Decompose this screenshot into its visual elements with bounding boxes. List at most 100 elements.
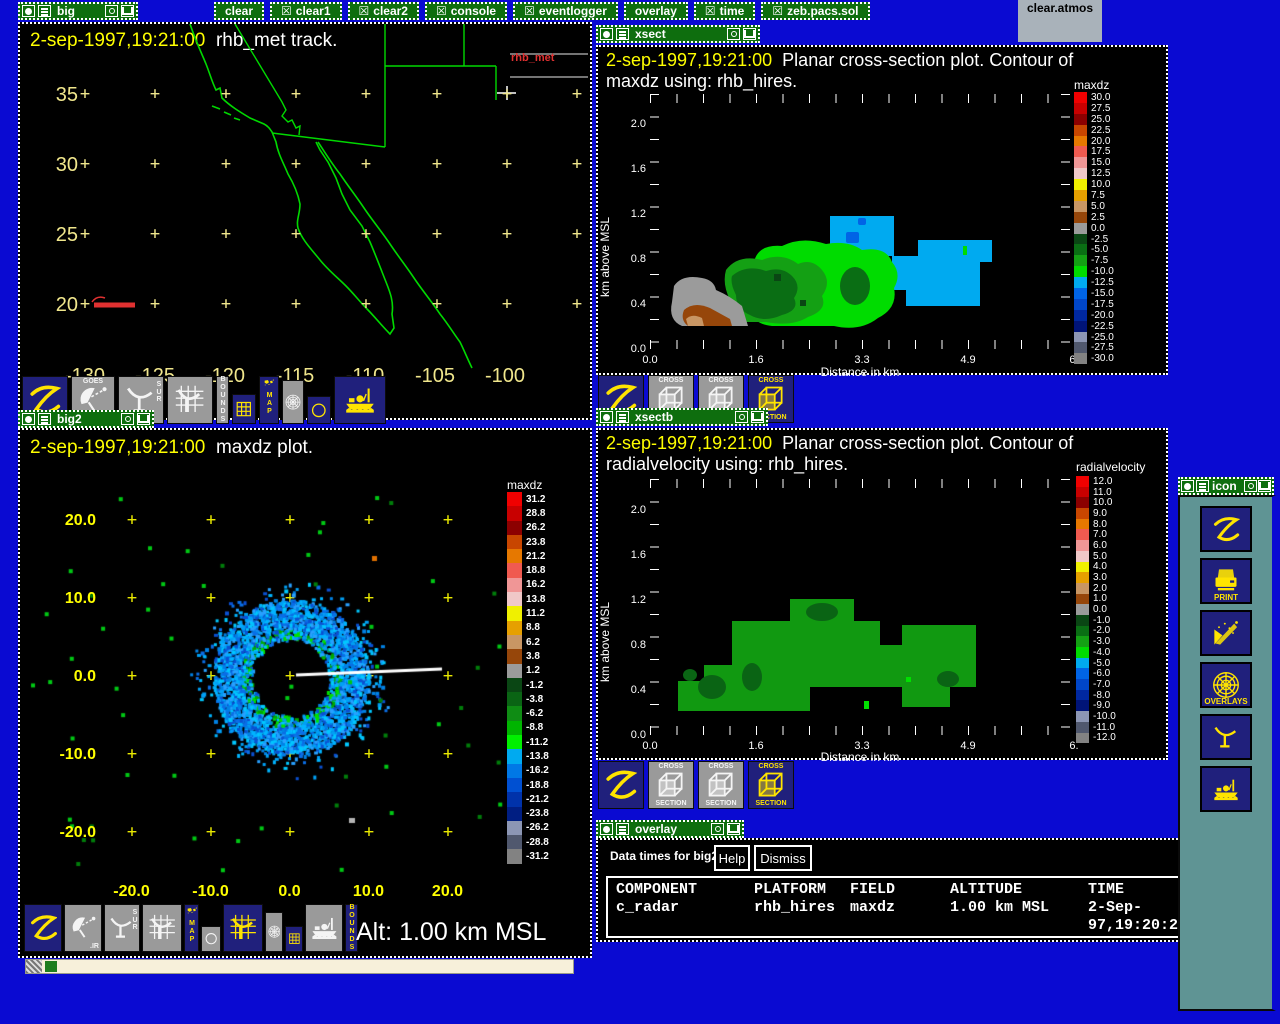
zeb-logo-button[interactable]: [598, 761, 644, 809]
colorbar-value: -4.0: [1093, 646, 1111, 658]
cross-section-active-button[interactable]: CROSS SECTION: [748, 761, 794, 809]
window-shrink-button[interactable]: [1244, 480, 1257, 492]
taskbar-button[interactable]: ☒ zeb.pacs.sol: [761, 2, 870, 20]
print-button[interactable]: PRINT: [1200, 558, 1252, 604]
window-doc-icon[interactable]: [1196, 480, 1209, 492]
table-header-row: COMPONENT PLATFORM FIELD ALTITUDE TIME: [616, 881, 1222, 899]
checkbox-icon: ☒: [358, 4, 370, 18]
window-shrink-button[interactable]: [727, 28, 740, 40]
ship-button[interactable]: [305, 904, 343, 952]
grid-button[interactable]: [232, 394, 256, 424]
window-shrink-button[interactable]: [121, 413, 134, 425]
radar-survey-button[interactable]: SUR: [104, 904, 140, 952]
window-menu-button[interactable]: [600, 28, 613, 40]
window-shrink-button[interactable]: [735, 411, 748, 423]
xsectb-toolbar: CROSS SECTION CROSS SECTION CROSS SECTIO…: [598, 761, 794, 809]
taskbar-button[interactable]: ☒ eventlogger: [513, 2, 618, 20]
window-doc-icon[interactable]: [38, 413, 51, 425]
colorbar-entry: -25.0: [1074, 332, 1114, 343]
taskbar-button[interactable]: ☒ console: [424, 2, 508, 20]
tick-label: 1.2: [630, 207, 646, 220]
taskbar-button[interactable]: overlay: [623, 2, 688, 20]
goes-ir-button[interactable]: .IR: [64, 904, 102, 952]
titlebar-overlay[interactable]: overlay: [596, 820, 744, 838]
map-grid: + + + + + + + + + + + + + + + + + + + + + + + + + + + + + + + +: [20, 24, 594, 422]
bounds-button[interactable]: BOUNDS: [216, 376, 229, 424]
grid-plus: +: [220, 154, 232, 174]
y-axis-title: km above MSL: [598, 216, 612, 297]
window-doc-icon[interactable]: [616, 28, 629, 40]
taskbar-button[interactable]: clear: [214, 2, 265, 20]
grid-plus: +: [501, 294, 513, 314]
searchlight-button[interactable]: [1200, 610, 1252, 656]
clear-atmos-icon[interactable]: clear.atmos: [1018, 0, 1102, 42]
taskbar-button[interactable]: ☒ clear2: [347, 2, 419, 20]
circle-button[interactable]: [307, 396, 331, 424]
grid-radar-button[interactable]: [167, 376, 213, 424]
grid-plus: +: [431, 294, 443, 314]
grid-plus: +: [571, 224, 583, 244]
window-iconify-button[interactable]: [137, 413, 150, 425]
radar-dish-button[interactable]: [1200, 714, 1252, 760]
titlebar-xsect[interactable]: xsect: [596, 25, 760, 43]
colorbar-value: -2.5: [1091, 233, 1109, 245]
time-scrollbar[interactable]: [25, 959, 574, 974]
rings-button[interactable]: [282, 380, 304, 424]
window-menu-button[interactable]: [22, 413, 35, 425]
colorbar-value: 22.5: [1091, 124, 1111, 136]
titlebar-icon-palette[interactable]: icon: [1178, 477, 1274, 495]
window-shrink-button[interactable]: [711, 823, 724, 835]
window-menu-button[interactable]: [600, 823, 613, 835]
window-menu-button[interactable]: [22, 5, 35, 17]
dismiss-button[interactable]: Dismiss: [754, 845, 812, 871]
cross-section-button[interactable]: CROSS SECTION: [648, 761, 694, 809]
colorbar-value: -30.0: [1091, 353, 1114, 365]
window-iconify-button[interactable]: [121, 5, 134, 17]
map-button[interactable]: MAP: [259, 376, 279, 424]
colorbar-swatch: [1074, 342, 1087, 354]
window-iconify-button[interactable]: [751, 411, 764, 423]
colorbar-entry: 11.2: [507, 606, 549, 621]
window-doc-icon[interactable]: [38, 5, 51, 17]
window-iconify-button[interactable]: [1258, 480, 1271, 492]
zeb-logo-button[interactable]: [1200, 506, 1252, 552]
rings-button[interactable]: [265, 912, 283, 952]
grid-button[interactable]: [285, 926, 303, 952]
window-doc-icon[interactable]: [616, 411, 629, 423]
overlays-button[interactable]: OVERLAYS: [1200, 662, 1252, 708]
grid-radar-active-button[interactable]: [223, 904, 263, 952]
window-doc-icon[interactable]: [616, 823, 629, 835]
colorbar-swatch: [1076, 721, 1089, 733]
titlebar-big2[interactable]: big2: [18, 410, 154, 428]
window-shrink-button[interactable]: [105, 5, 118, 17]
colorbar-swatch: [1074, 309, 1087, 321]
colorbar-entry: -12.0: [1076, 732, 1116, 743]
colorbar-swatch: [1076, 582, 1089, 594]
window-iconify-button[interactable]: [727, 823, 740, 835]
colorbar-swatch: [1074, 211, 1087, 223]
checkbox-icon: ☒: [772, 4, 784, 18]
map-button[interactable]: MAP: [184, 904, 199, 952]
colorbar-swatch: [507, 577, 522, 593]
ship-button[interactable]: [334, 376, 386, 424]
titlebar-big[interactable]: big: [18, 2, 138, 20]
taskbar-button-label: clear: [225, 4, 254, 18]
cross-section-button[interactable]: CROSS SECTION: [698, 761, 744, 809]
scrollbar-thumb[interactable]: [45, 961, 57, 972]
colorbar-swatch: [1076, 668, 1089, 680]
titlebar-xsectb[interactable]: xsectb: [596, 408, 768, 426]
taskbar-button[interactable]: ☒ clear1: [270, 2, 342, 20]
grid-radar-button[interactable]: [142, 904, 182, 952]
window-iconify-button[interactable]: [743, 28, 756, 40]
ship-button[interactable]: [1200, 766, 1252, 812]
zeb-logo-button[interactable]: [24, 904, 62, 952]
circle-button[interactable]: [201, 926, 221, 952]
scrollbar-anchor-icon[interactable]: [26, 960, 42, 973]
window-icon-palette: PRINT OVERLAYS: [1178, 495, 1276, 1011]
window-menu-button[interactable]: [600, 411, 613, 423]
window-menu-button[interactable]: [1181, 480, 1194, 492]
colorbar-entry: 20.0: [1074, 136, 1114, 147]
colorbar-entry: -2.0: [1076, 625, 1116, 636]
help-button[interactable]: Help: [714, 845, 750, 871]
taskbar-button[interactable]: ☒ time: [693, 2, 756, 20]
